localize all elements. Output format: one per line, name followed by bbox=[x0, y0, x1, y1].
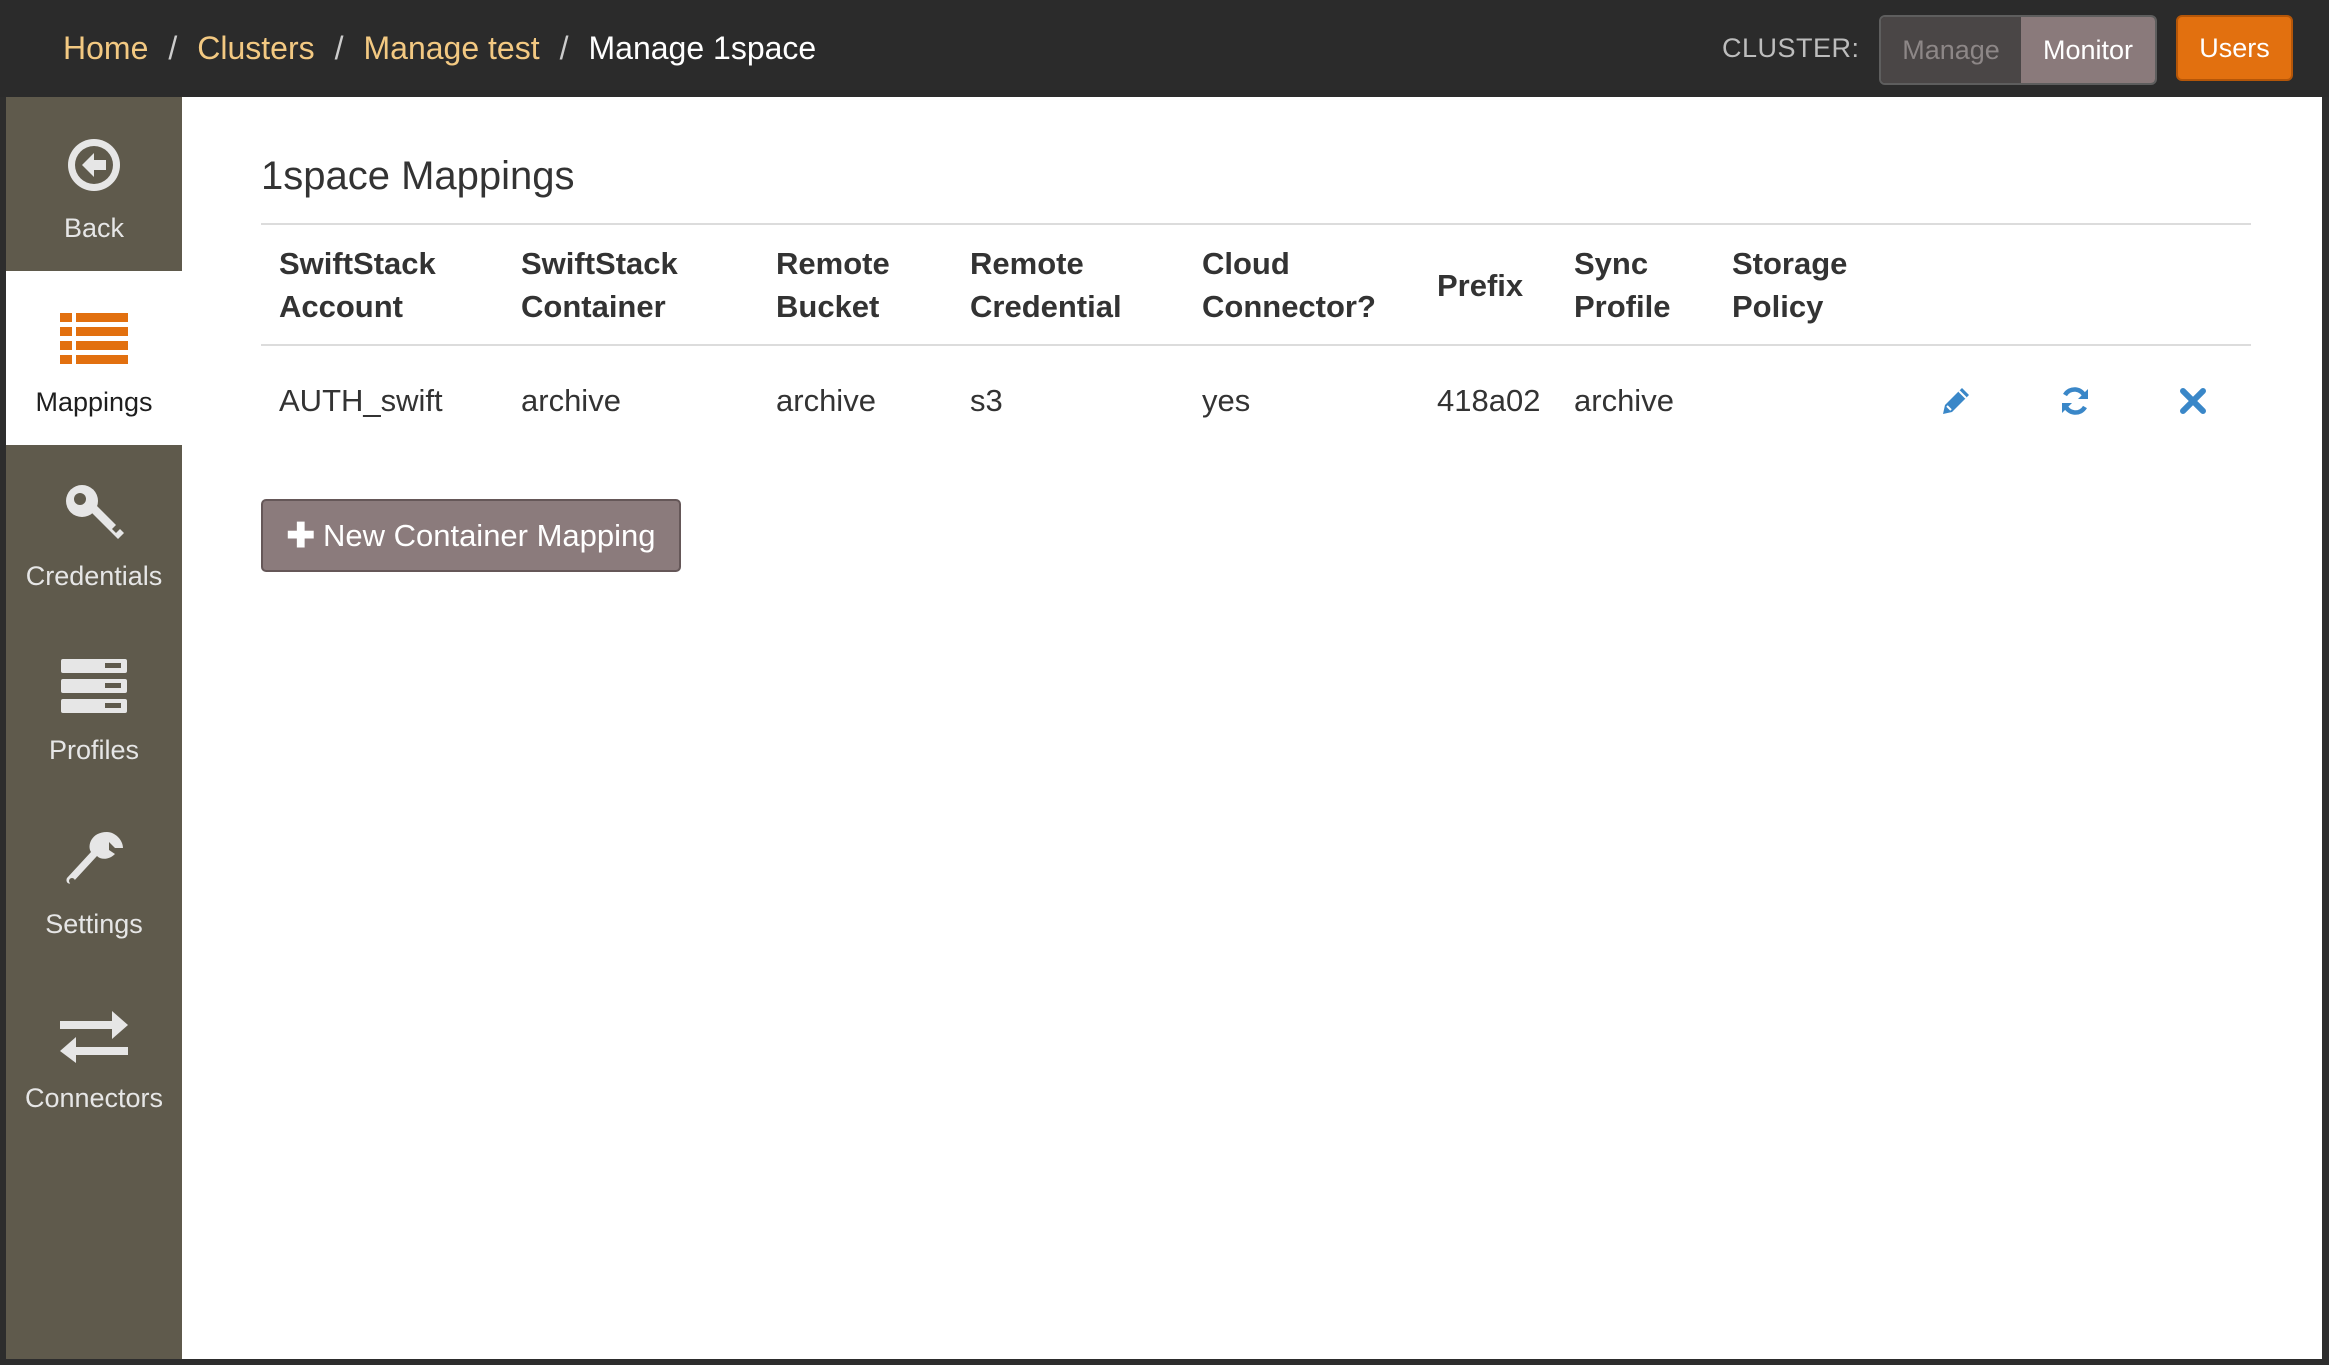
cell-account: AUTH_swift bbox=[279, 383, 443, 418]
table-header-divider bbox=[261, 344, 2251, 346]
breadcrumb-separator: / bbox=[334, 30, 344, 66]
sidebar-item-label: Profiles bbox=[48, 734, 140, 765]
monitor-button[interactable]: Monitor bbox=[2021, 17, 2155, 83]
plus-icon: ✚ bbox=[286, 516, 315, 555]
header-line: Policy bbox=[1732, 289, 1824, 324]
column-header-prefix: Prefix bbox=[1437, 264, 1523, 307]
exchange-arrows-icon bbox=[54, 995, 134, 1075]
header-line: Container bbox=[521, 289, 666, 324]
header-line: Cloud bbox=[1202, 246, 1290, 281]
column-header-remote-bucket: Remote Bucket bbox=[776, 242, 890, 328]
sidebar-item-label: Back bbox=[63, 212, 125, 243]
sidebar-item-back[interactable]: Back bbox=[6, 97, 182, 271]
sidebar-item-mappings[interactable]: Mappings bbox=[6, 271, 182, 445]
header-line: Connector? bbox=[1202, 289, 1376, 324]
header-line: Bucket bbox=[776, 289, 880, 324]
manage-button[interactable]: Manage bbox=[1881, 17, 2021, 83]
table-top-divider bbox=[261, 223, 2251, 225]
breadcrumb-clusters-link[interactable]: Clusters bbox=[197, 30, 314, 67]
sidebar-item-label: Connectors bbox=[24, 1082, 164, 1113]
cell-bucket: archive bbox=[776, 383, 876, 418]
column-header-storage-policy: Storage Policy bbox=[1732, 242, 1847, 328]
new-container-mapping-button[interactable]: ✚ New Container Mapping bbox=[261, 499, 681, 572]
cell-container: archive bbox=[521, 383, 621, 418]
sidebar-item-credentials[interactable]: Credentials bbox=[6, 445, 182, 619]
sidebar-item-connectors[interactable]: Connectors bbox=[6, 967, 182, 1141]
cluster-label: CLUSTER: bbox=[1722, 33, 1860, 63]
header-line: Remote bbox=[970, 246, 1084, 281]
sidebar-item-settings[interactable]: Settings bbox=[6, 793, 182, 967]
bottom-border bbox=[0, 1359, 2329, 1365]
header-line: Credential bbox=[970, 289, 1122, 324]
cell-prefix: 418a02 bbox=[1437, 383, 1541, 418]
breadcrumb: Home / Clusters / Manage test / Manage 1… bbox=[63, 0, 816, 97]
header-line: Remote bbox=[776, 246, 890, 281]
new-container-mapping-label: New Container Mapping bbox=[322, 517, 656, 553]
cell-cloud-connector: yes bbox=[1202, 383, 1251, 418]
list-icon bbox=[54, 299, 134, 379]
sidebar-item-label: Mappings bbox=[35, 386, 153, 417]
breadcrumb-current: Manage 1space bbox=[588, 30, 817, 66]
header-line: Account bbox=[279, 289, 403, 324]
column-header-swiftstack-account: SwiftStack Account bbox=[279, 242, 436, 328]
header-line: Storage bbox=[1732, 246, 1848, 281]
sidebar: Back Mappings Credentials Profiles Setti… bbox=[6, 97, 182, 1359]
breadcrumb-separator: / bbox=[559, 30, 569, 66]
header-line: Profile bbox=[1574, 289, 1671, 324]
edit-pencil-icon[interactable] bbox=[1936, 381, 1976, 421]
page-title: 1space Mappings bbox=[261, 154, 575, 198]
server-icon bbox=[54, 647, 134, 727]
breadcrumb-home-link[interactable]: Home bbox=[63, 30, 148, 67]
breadcrumb-manage-test-link[interactable]: Manage test bbox=[364, 30, 540, 67]
sidebar-item-profiles[interactable]: Profiles bbox=[6, 619, 182, 793]
column-header-cloud-connector: Cloud Connector? bbox=[1202, 242, 1376, 328]
users-button[interactable]: Users bbox=[2176, 15, 2293, 81]
wrench-icon bbox=[54, 821, 134, 901]
column-header-remote-credential: Remote Credential bbox=[970, 242, 1122, 328]
header-line: Sync bbox=[1574, 246, 1649, 281]
key-icon bbox=[54, 473, 134, 553]
column-header-sync-profile: Sync Profile bbox=[1574, 242, 1670, 328]
header-line: SwiftStack bbox=[521, 246, 678, 281]
top-navbar: Home / Clusters / Manage test / Manage 1… bbox=[0, 0, 2329, 97]
column-header-swiftstack-container: SwiftStack Container bbox=[521, 242, 678, 328]
cell-sync-profile: archive bbox=[1574, 383, 1674, 418]
header-line: Prefix bbox=[1437, 268, 1524, 303]
main-content: 1space Mappings SwiftStack Account Swift… bbox=[182, 97, 2322, 1359]
sidebar-item-label: Settings bbox=[45, 908, 143, 939]
delete-x-icon[interactable] bbox=[2173, 381, 2213, 421]
header-line: SwiftStack bbox=[279, 246, 436, 281]
cell-credential: s3 bbox=[970, 383, 1003, 418]
breadcrumb-separator: / bbox=[168, 30, 178, 66]
cluster-mode-toggle: Manage Monitor bbox=[1879, 15, 2157, 85]
refresh-icon[interactable] bbox=[2055, 381, 2095, 421]
sidebar-item-label: Credentials bbox=[25, 560, 163, 591]
back-arrow-circle-icon bbox=[54, 125, 134, 205]
